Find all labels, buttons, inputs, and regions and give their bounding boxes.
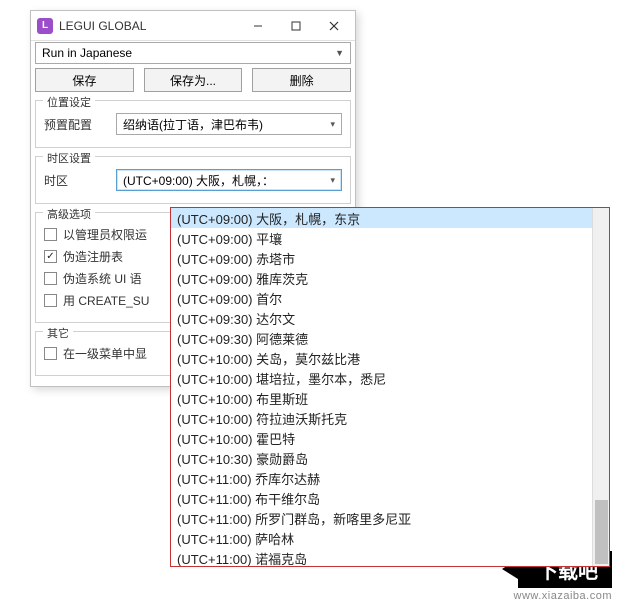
preset-combo-value: 绍纳语(拉丁语，津巴布韦) <box>123 116 263 133</box>
other-legend: 其它 <box>43 325 73 341</box>
dropdown-item[interactable]: (UTC+10:30) 豪勋爵岛 <box>171 448 592 468</box>
dropdown-item[interactable]: (UTC+10:00) 符拉迪沃斯托克 <box>171 408 592 428</box>
dropdown-item[interactable]: (UTC+09:00) 平壤 <box>171 228 592 248</box>
dropdown-item[interactable]: (UTC+09:30) 阿德莱德 <box>171 328 592 348</box>
checkbox-icon <box>44 228 57 241</box>
checkbox-icon <box>44 250 57 263</box>
dropdown-item[interactable]: (UTC+11:00) 乔库尔达赫 <box>171 468 592 488</box>
delete-button[interactable]: 删除 <box>252 68 351 92</box>
dropdown-item[interactable]: (UTC+11:00) 布干维尔岛 <box>171 488 592 508</box>
dropdown-item[interactable]: (UTC+09:00) 赤塔市 <box>171 248 592 268</box>
timezone-dropdown[interactable]: (UTC+09:00) 大阪，札幌，东京(UTC+09:00) 平壤(UTC+0… <box>170 207 610 567</box>
dropdown-item[interactable]: (UTC+10:00) 布里斯班 <box>171 388 592 408</box>
maximize-button[interactable] <box>277 12 315 40</box>
close-button[interactable] <box>315 12 353 40</box>
timezone-label: 时区 <box>44 172 116 189</box>
location-legend: 位置设定 <box>43 94 95 110</box>
dropdown-item[interactable]: (UTC+10:00) 堪培拉，墨尔本，悉尼 <box>171 368 592 388</box>
preset-combo[interactable]: 绍纳语(拉丁语，津巴布韦) ▾ <box>116 113 342 135</box>
fake-registry-label: 伪造注册表 <box>63 248 123 265</box>
dropdown-list: (UTC+09:00) 大阪，札幌，东京(UTC+09:00) 平壤(UTC+0… <box>171 208 592 566</box>
dropdown-item[interactable]: (UTC+11:00) 所罗门群岛，新喀里多尼亚 <box>171 508 592 528</box>
dropdown-item[interactable]: (UTC+11:00) 萨哈林 <box>171 528 592 548</box>
timezone-fieldset: 时区设置 时区 (UTC+09:00) 大阪，札幌，： ▾ <box>35 156 351 204</box>
dropdown-item[interactable]: (UTC+10:00) 霍巴特 <box>171 428 592 448</box>
chevron-down-icon: ▾ <box>330 175 335 186</box>
checkbox-icon <box>44 347 57 360</box>
dropdown-item[interactable]: (UTC+09:30) 达尔文 <box>171 308 592 328</box>
app-icon: L <box>37 18 53 34</box>
language-select[interactable]: Run in Japanese ▼ <box>35 42 351 64</box>
save-as-button[interactable]: 保存为... <box>144 68 243 92</box>
save-button[interactable]: 保存 <box>35 68 134 92</box>
fake-ui-lang-label: 伪造系统 UI 语 <box>63 270 142 287</box>
dropdown-scrollbar[interactable] <box>592 208 609 566</box>
chevron-down-icon: ▼ <box>335 48 344 58</box>
advanced-legend: 高级选项 <box>43 206 95 222</box>
admin-rights-label: 以管理员权限运 <box>63 226 147 243</box>
minimize-button[interactable] <box>239 12 277 40</box>
window-title: LEGUI GLOBAL <box>59 19 239 33</box>
dropdown-item[interactable]: (UTC+10:00) 关岛，莫尔兹比港 <box>171 348 592 368</box>
watermark-url: www.xiazaiba.com <box>514 590 612 602</box>
chevron-down-icon: ▾ <box>330 119 335 130</box>
scrollbar-thumb[interactable] <box>595 500 608 564</box>
checkbox-icon <box>44 272 57 285</box>
language-select-value: Run in Japanese <box>42 46 132 60</box>
dropdown-item[interactable]: (UTC+09:00) 雅库茨克 <box>171 268 592 288</box>
location-fieldset: 位置设定 预置配置 绍纳语(拉丁语，津巴布韦) ▾ <box>35 100 351 148</box>
timezone-combo[interactable]: (UTC+09:00) 大阪，札幌，： ▾ <box>116 169 342 191</box>
timezone-combo-value: (UTC+09:00) 大阪，札幌，： <box>123 172 274 189</box>
dropdown-item[interactable]: (UTC+09:00) 首尔 <box>171 288 592 308</box>
dropdown-item[interactable]: (UTC+11:00) 诺福克岛 <box>171 548 592 566</box>
checkbox-icon <box>44 294 57 307</box>
timezone-legend: 时区设置 <box>43 150 95 166</box>
show-in-menu-label: 在一级菜单中显 <box>63 345 147 362</box>
preset-label: 预置配置 <box>44 116 116 133</box>
dropdown-item[interactable]: (UTC+09:00) 大阪，札幌，东京 <box>171 208 592 228</box>
title-bar[interactable]: L LEGUI GLOBAL <box>31 11 355 41</box>
create-su-label: 用 CREATE_SU <box>63 292 149 309</box>
